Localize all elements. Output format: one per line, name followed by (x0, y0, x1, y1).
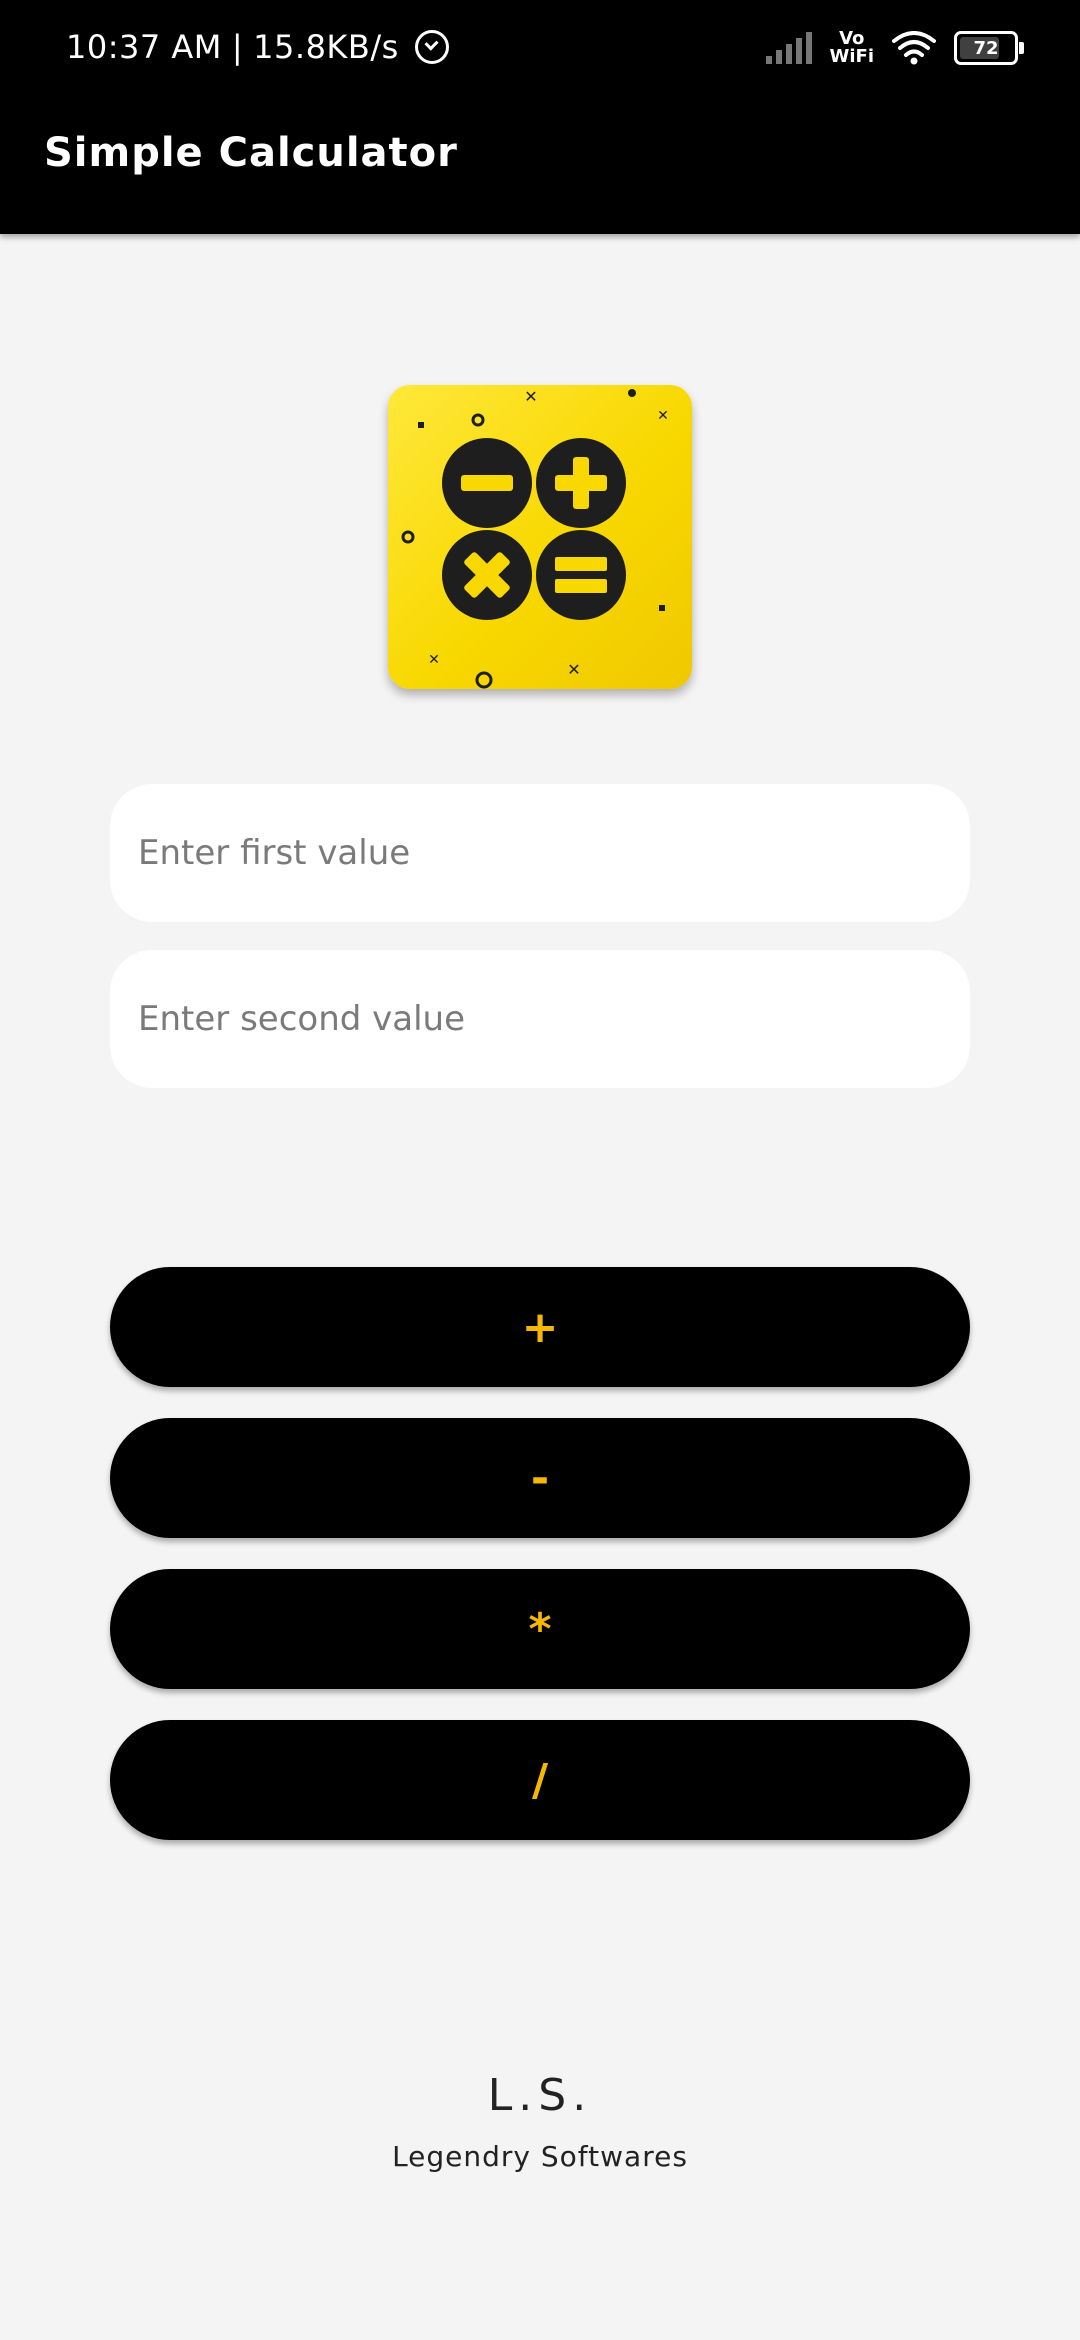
vowifi-icon: Vo WiFi (830, 30, 875, 66)
footer-brand: L.S. (487, 2070, 593, 2121)
second-value-input[interactable] (110, 950, 970, 1088)
status-bar: 10:37 AM | 15.8KB/s Vo WiFi 72 (0, 0, 1080, 100)
svg-text:✕: ✕ (657, 408, 669, 424)
divide-button[interactable]: / (110, 1720, 970, 1840)
wifi-icon (892, 31, 936, 65)
svg-text:✕: ✕ (524, 387, 537, 406)
network-speed: 15.8KB/s (253, 28, 399, 66)
vowifi-bottom: WiFi (829, 46, 875, 67)
calculator-logo-icon: ✕ ✕ ✕ ✕ (401, 387, 669, 689)
subtract-button[interactable]: - (110, 1418, 970, 1538)
status-separator: | (231, 28, 244, 66)
status-left: 10:37 AM | 15.8KB/s (66, 28, 449, 66)
status-time: 10:37 AM (66, 28, 222, 66)
signal-icon (765, 32, 812, 64)
first-value-input[interactable] (110, 784, 970, 922)
calculator-logo: ✕ ✕ ✕ ✕ (388, 385, 692, 689)
app-bar: Simple Calculator (0, 100, 1080, 234)
svg-text:✕: ✕ (428, 652, 440, 668)
battery-level: 72 (973, 37, 999, 59)
app-title: Simple Calculator (44, 130, 458, 176)
add-button[interactable]: + (110, 1267, 970, 1387)
battery-icon: 72 (954, 31, 1024, 65)
multiply-button[interactable]: * (110, 1569, 970, 1689)
footer-company: Legendry Softwares (392, 2140, 688, 2173)
svg-text:✕: ✕ (567, 660, 580, 679)
alarm-icon (414, 30, 449, 64)
status-right: Vo WiFi 72 (765, 30, 1024, 66)
